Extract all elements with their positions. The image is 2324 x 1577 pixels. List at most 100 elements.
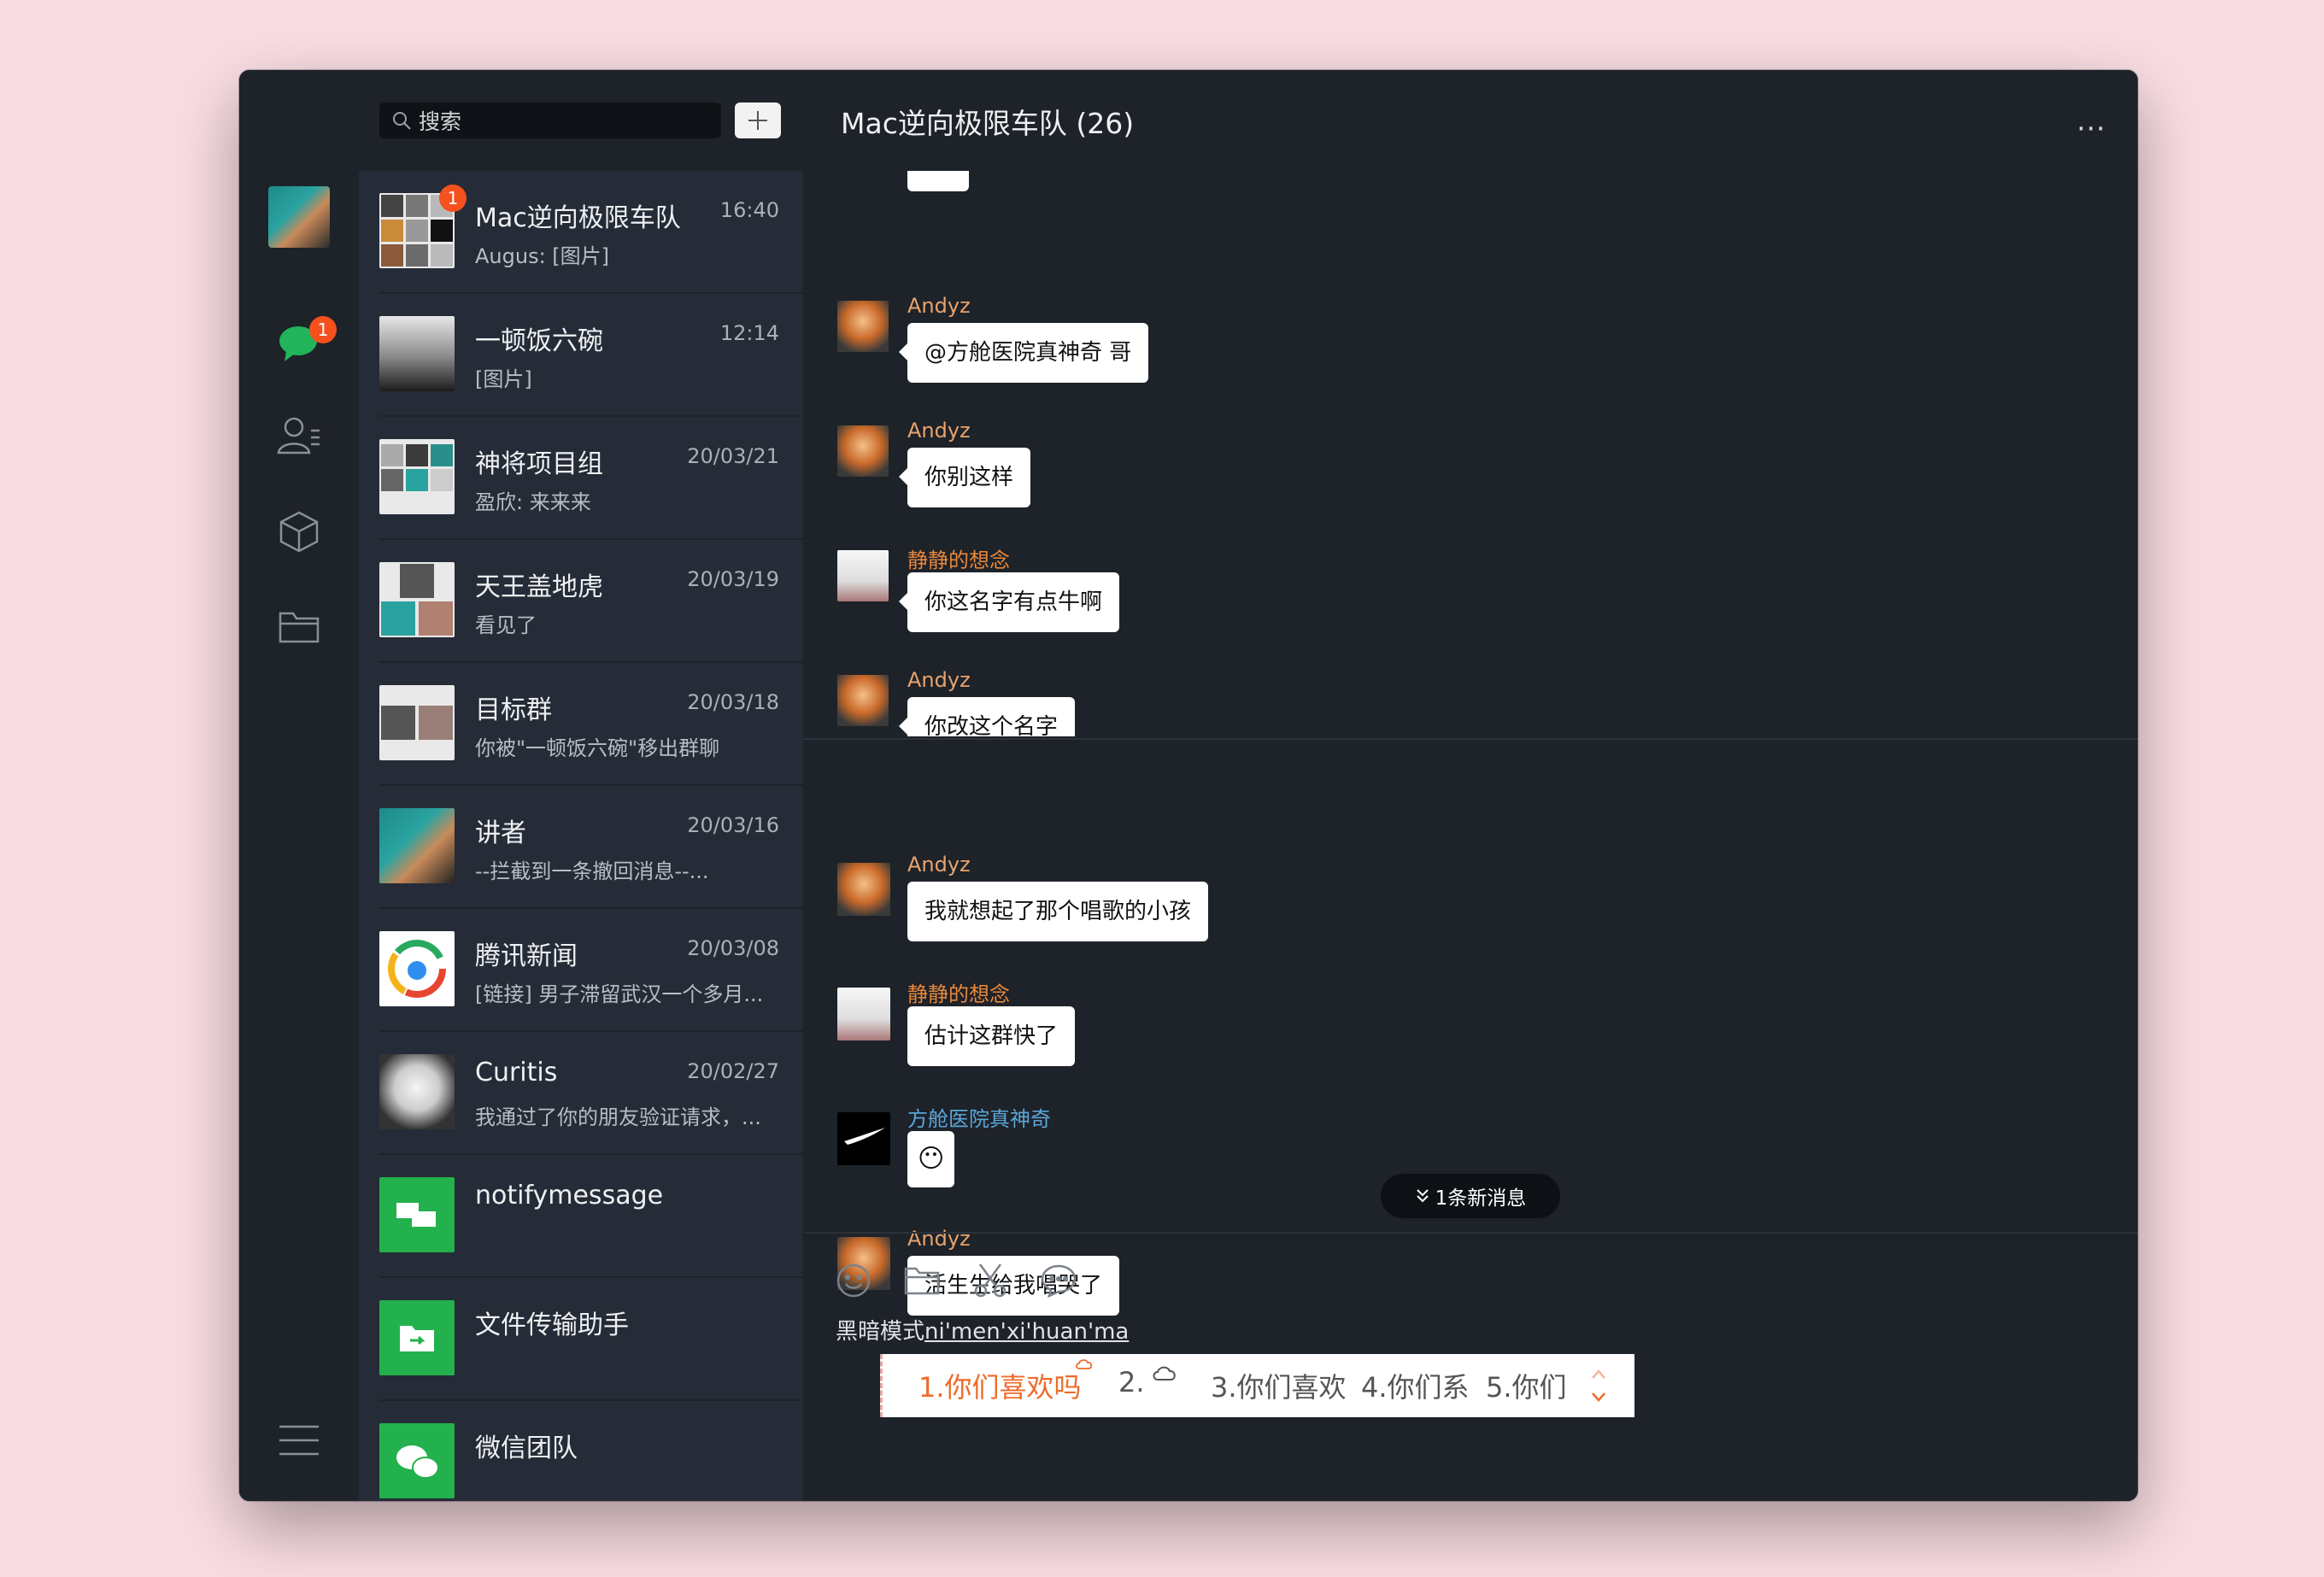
tencent-news-logo — [379, 931, 455, 1006]
conversation-time: 20/03/21 — [687, 444, 779, 468]
conversation-preview: [图片] — [475, 367, 532, 391]
message-list-continued — [803, 171, 2138, 736]
message-input[interactable]: 黑暗模式ni'men'xi'huan'ma — [836, 1314, 1129, 1345]
ime-candidate-4[interactable]: 4.你们系 — [1361, 1366, 1470, 1405]
emoji-button[interactable] — [834, 1261, 873, 1300]
search-input[interactable]: 搜索 — [379, 103, 721, 138]
conversation-item[interactable]: Curitis 20/02/27 我通过了你的朋友验证请求，... — [359, 1032, 803, 1155]
conversation-preview: 盈欣: 来来来 — [475, 490, 591, 514]
input-typed-text: 黑暗模式 — [836, 1319, 925, 1345]
conversation-item[interactable]: 文件传输助手 — [359, 1278, 803, 1401]
cloud-icon — [1153, 1366, 1176, 1381]
new-message-label: 1条新消息 — [1435, 1187, 1527, 1210]
ime-candidate-3[interactable]: 3.你们喜欢 — [1211, 1366, 1347, 1405]
page-up-down-icon[interactable] — [1588, 1364, 1609, 1407]
conversation-time: 12:14 — [719, 321, 779, 345]
more-options-button[interactable]: ⋯ — [2076, 111, 2107, 145]
conversation-preview: 我通过了你的朋友验证请求，... — [475, 1105, 761, 1129]
input-composition-text: ni'men'xi'huan'ma — [924, 1319, 1130, 1345]
sender-avatar[interactable] — [837, 863, 890, 916]
new-message-pill[interactable]: 1条新消息 — [1381, 1174, 1560, 1218]
my-avatar[interactable] — [268, 186, 330, 248]
cloud-icon — [1076, 1359, 1093, 1369]
screenshot-button[interactable] — [971, 1261, 1010, 1300]
conversation-preview: [链接] 男子滞留武汉一个多月... — [475, 982, 764, 1006]
chat-title: Mac逆向极限车队 (26) — [841, 107, 1135, 140]
conversation-name: 一顿饭六碗 — [475, 326, 603, 356]
ime-candidate-5[interactable]: 5.你们 — [1486, 1366, 1567, 1405]
conversation-name: 文件传输助手 — [475, 1310, 629, 1340]
sender-avatar[interactable] — [837, 1112, 890, 1165]
conversation-item[interactable]: 讲者 20/03/16 --拦截到一条撤回消息--... — [359, 786, 803, 909]
conversation-name: 神将项目组 — [475, 449, 603, 479]
contacts-nav-button[interactable] — [275, 412, 323, 460]
group-avatar — [379, 562, 455, 637]
chat-bubble-icon — [1041, 1264, 1077, 1298]
group-avatar — [379, 685, 455, 760]
send-file-button[interactable] — [902, 1261, 942, 1300]
settings-menu-button[interactable] — [275, 1416, 323, 1464]
menu-icon — [279, 1425, 319, 1456]
conversation-time: 20/03/16 — [687, 813, 779, 837]
conversation-name: notifymessage — [475, 1181, 664, 1211]
conversation-name: Curitis — [475, 1058, 558, 1087]
ime-candidate-window: 1.你们喜欢吗 2. 3.你们喜欢 4.你们系 5.你们 — [880, 1354, 1634, 1417]
conversation-item[interactable]: 腾讯新闻 20/03/08 [链接] 男子滞留武汉一个多月... — [359, 909, 803, 1032]
wechat-team-icon — [379, 1423, 455, 1498]
plus-icon — [748, 111, 767, 130]
chat-history-button[interactable] — [1039, 1261, 1078, 1300]
nav-rail: 1 — [239, 70, 359, 1501]
sender-name: 静静的想念 — [907, 982, 1010, 1006]
double-chevron-down-icon — [1416, 1189, 1429, 1203]
conversation-item[interactable]: 目标群 20/03/18 你被"一顿饭六碗"移出群聊 — [359, 663, 803, 786]
folder-icon — [904, 1267, 940, 1295]
contact-avatar — [379, 1054, 455, 1129]
conversation-list: 1 Mac逆向极限车队 16:40 Augus: [图片] 一顿饭六碗 12:1… — [359, 171, 803, 1501]
conversation-time: 20/03/19 — [687, 567, 779, 591]
cube-icon — [279, 511, 319, 553]
conversation-name: 微信团队 — [475, 1433, 578, 1463]
chat-nav-button[interactable]: 1 — [275, 316, 337, 367]
message-bubble: 😶 — [907, 1131, 955, 1187]
sender-name: Andyz — [907, 853, 971, 876]
ime-candidate-1[interactable]: 1.你们喜欢吗 — [918, 1366, 1082, 1405]
sender-avatar[interactable] — [837, 988, 890, 1041]
composer-divider — [803, 738, 2138, 740]
mini-programs-nav-button[interactable] — [275, 507, 323, 555]
conversation-preview: 你被"一顿饭六碗"移出群聊 — [475, 736, 720, 760]
notify-icon — [379, 1177, 455, 1252]
add-button[interactable] — [735, 103, 781, 138]
conversation-name: Mac逆向极限车队 — [475, 203, 681, 233]
sender-name: Andyz — [907, 1227, 971, 1251]
conversation-item[interactable]: notifymessage — [359, 1155, 803, 1278]
conversation-name: 讲者 — [475, 818, 526, 848]
conversation-item[interactable]: 天王盖地虎 20/03/19 看见了 — [359, 540, 803, 663]
conversation-name: 天王盖地虎 — [475, 572, 603, 602]
conversation-name: 腾讯新闻 — [475, 941, 578, 971]
conversation-preview: --拦截到一条撤回消息--... — [475, 859, 709, 883]
conversation-preview: 看见了 — [475, 613, 537, 637]
contact-avatar — [379, 808, 455, 883]
message-bubble: 估计这群快了 — [907, 1006, 1076, 1066]
conversation-time: 20/03/18 — [687, 690, 779, 714]
emoji-icon — [836, 1263, 871, 1298]
search-icon — [391, 110, 412, 131]
conversation-item[interactable]: 微信团队 — [359, 1401, 803, 1501]
conversation-item[interactable]: 神将项目组 20/03/21 盈欣: 来来来 — [359, 417, 803, 540]
contact-avatar — [379, 316, 455, 391]
composer-divider — [805, 1232, 2138, 1234]
conversation-item[interactable]: 1 Mac逆向极限车队 16:40 Augus: [图片] — [359, 171, 803, 294]
sender-name: 方舱医院真神奇 — [907, 1107, 1051, 1131]
contacts-icon — [277, 417, 320, 454]
conversation-time: 20/02/27 — [687, 1059, 779, 1083]
unread-badge: 1 — [439, 185, 467, 212]
chat-unread-badge: 1 — [309, 316, 337, 343]
group-avatar — [379, 439, 455, 514]
conversation-time: 16:40 — [719, 198, 779, 222]
file-transfer-icon — [379, 1300, 455, 1375]
files-nav-button[interactable] — [275, 603, 323, 651]
ime-candidate-2[interactable]: 2. — [1118, 1366, 1145, 1398]
app-window: 1 搜索 1 Mac逆向极限车队 16:40 Augus: [图片] 一顿饭六碗… — [239, 70, 2138, 1501]
conversation-time: 20/03/08 — [687, 936, 779, 960]
conversation-item[interactable]: 一顿饭六碗 12:14 [图片] — [359, 294, 803, 417]
